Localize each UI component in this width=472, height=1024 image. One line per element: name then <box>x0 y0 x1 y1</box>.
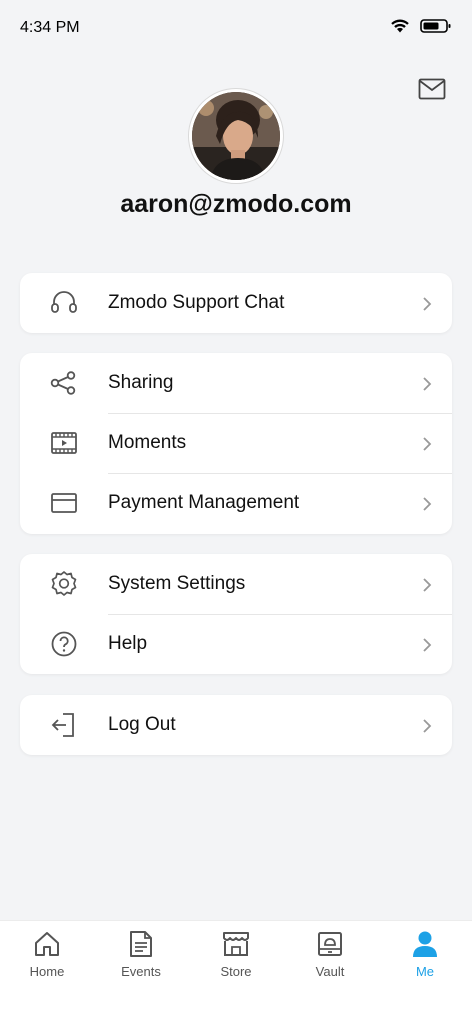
status-bar: 4:34 PM <box>0 0 472 56</box>
wifi-icon <box>390 18 410 39</box>
document-icon <box>126 929 156 959</box>
divider <box>108 473 452 474</box>
tab-vault[interactable]: Vault <box>283 929 377 989</box>
menu-item-system-settings[interactable]: System Settings <box>20 554 452 614</box>
menu-item-moments[interactable]: Moments <box>20 413 452 473</box>
chevron-right-icon <box>422 719 432 733</box>
menu-label: Payment Management <box>108 492 300 513</box>
film-icon <box>50 430 78 456</box>
tab-bar: Home Events Store Vault Me <box>0 920 472 1024</box>
tab-label: Store <box>220 964 252 979</box>
features-card: Sharing Moments Payment Management <box>20 353 452 534</box>
menu-item-payment-management[interactable]: Payment Management <box>20 473 452 533</box>
chevron-right-icon <box>422 297 432 311</box>
battery-icon <box>420 18 452 39</box>
menu-item-log-out[interactable]: Log Out <box>20 695 452 755</box>
avatar[interactable] <box>189 89 283 183</box>
tab-label: Events <box>121 964 161 979</box>
logout-card: Log Out <box>20 695 452 755</box>
tab-events[interactable]: Events <box>94 929 188 989</box>
headset-icon <box>50 290 78 316</box>
chevron-right-icon <box>422 638 432 652</box>
divider <box>108 614 452 615</box>
chevron-right-icon <box>422 377 432 391</box>
tab-label: Home <box>29 964 65 979</box>
menu-label: System Settings <box>108 573 246 594</box>
menu-item-support-chat[interactable]: Zmodo Support Chat <box>20 273 452 333</box>
chevron-right-icon <box>422 497 432 511</box>
share-icon <box>50 370 78 396</box>
chevron-right-icon <box>422 437 432 451</box>
tab-me[interactable]: Me <box>378 929 472 989</box>
credit-card-icon <box>50 490 78 516</box>
account-email: aaron@zmodo.com <box>120 190 352 218</box>
logout-icon <box>50 712 78 738</box>
menu-item-help[interactable]: Help <box>20 614 452 674</box>
gear-icon <box>50 571 78 597</box>
tab-store[interactable]: Store <box>189 929 283 989</box>
person-icon <box>410 929 440 959</box>
chevron-right-icon <box>422 578 432 592</box>
status-time: 4:34 PM <box>20 19 80 36</box>
messages-button[interactable] <box>418 78 446 104</box>
help-icon <box>50 631 78 657</box>
support-card: Zmodo Support Chat <box>20 273 452 333</box>
home-icon <box>32 929 62 959</box>
menu-label: Help <box>108 633 148 654</box>
menu-label: Log Out <box>108 714 176 735</box>
store-icon <box>221 929 251 959</box>
tab-label: Vault <box>315 964 345 979</box>
menu-item-sharing[interactable]: Sharing <box>20 353 452 413</box>
tab-home[interactable]: Home <box>0 929 94 989</box>
settings-card: System Settings Help <box>20 554 452 674</box>
menu-label: Sharing <box>108 372 174 393</box>
divider <box>108 413 452 414</box>
menu-label: Zmodo Support Chat <box>108 292 285 313</box>
mail-icon <box>418 78 446 105</box>
menu-label: Moments <box>108 432 187 453</box>
status-icons <box>390 18 452 39</box>
tab-label: Me <box>415 964 435 979</box>
vault-icon <box>315 929 345 959</box>
